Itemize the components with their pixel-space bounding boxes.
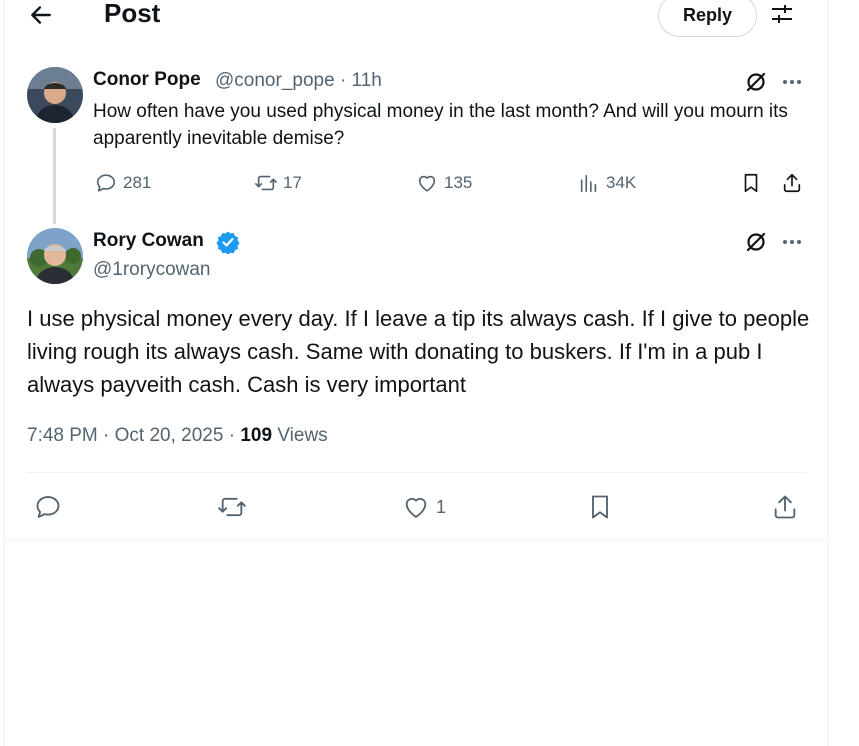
parent-tweet-time[interactable]: 11h bbox=[352, 70, 382, 91]
parent-reply-count: 281 bbox=[123, 173, 152, 192]
parent-author-handle[interactable]: @conor_pope bbox=[215, 70, 335, 91]
parent-reply-action[interactable]: 281 bbox=[95, 172, 151, 194]
like-count: 1 bbox=[436, 496, 447, 517]
reply-icon bbox=[36, 496, 60, 518]
page-title: Post bbox=[104, 0, 161, 28]
parent-repost-count: 17 bbox=[283, 173, 302, 192]
repost-icon bbox=[255, 175, 277, 191]
share-icon bbox=[774, 495, 796, 519]
meta-separator: · bbox=[228, 425, 236, 446]
parent-repost-action[interactable]: 17 bbox=[255, 172, 302, 194]
verified-icon bbox=[216, 230, 240, 255]
grok-icon[interactable] bbox=[744, 230, 768, 254]
avatar-rory-cowan[interactable] bbox=[27, 228, 83, 284]
more-icon[interactable] bbox=[780, 70, 804, 94]
like-icon bbox=[418, 175, 436, 192]
reply-button[interactable]: Reply bbox=[658, 0, 757, 37]
parent-views-action[interactable]: 34K bbox=[578, 172, 636, 194]
back-arrow-icon[interactable] bbox=[28, 2, 54, 28]
parent-bookmark-icon[interactable] bbox=[740, 172, 762, 199]
views-label: Views bbox=[277, 425, 328, 446]
bookmark-icon bbox=[592, 495, 608, 519]
parent-share-icon[interactable] bbox=[781, 172, 803, 199]
parent-like-count: 135 bbox=[444, 173, 473, 192]
reply-icon bbox=[96, 174, 116, 192]
section-divider bbox=[4, 539, 829, 540]
bookmark-action[interactable] bbox=[586, 493, 614, 521]
views-icon bbox=[580, 174, 597, 193]
parent-like-action[interactable]: 135 bbox=[416, 172, 472, 194]
repost-action[interactable] bbox=[218, 493, 246, 521]
share-action[interactable] bbox=[771, 493, 799, 521]
divider bbox=[27, 472, 807, 473]
grok-icon[interactable] bbox=[744, 70, 768, 94]
filter-icon[interactable] bbox=[770, 2, 794, 26]
like-action[interactable]: 1 bbox=[402, 493, 446, 521]
parent-author-meta: @conor_pope · 11h bbox=[215, 70, 382, 92]
views-count: 109 bbox=[240, 425, 273, 446]
main-tweet-text: I use physical money every day. If I lea… bbox=[27, 306, 810, 397]
thread-connector bbox=[53, 128, 56, 224]
reply-action[interactable] bbox=[34, 493, 62, 521]
avatar-conor-pope[interactable] bbox=[27, 67, 83, 123]
right-strip bbox=[829, 0, 859, 746]
parent-tweet-text: How often have you used physical money i… bbox=[93, 101, 788, 149]
parent-views-count: 34K bbox=[606, 173, 637, 192]
like-icon bbox=[405, 498, 427, 518]
main-author-handle[interactable]: @1rorycowan bbox=[93, 259, 211, 281]
meta-separator: · bbox=[339, 70, 347, 91]
main-author-name[interactable]: Rory Cowan bbox=[93, 230, 204, 252]
parent-author-name[interactable]: Conor Pope bbox=[93, 69, 201, 91]
tweet-timestamp[interactable]: 7:48 PM · Oct 20, 2025 bbox=[27, 425, 223, 446]
more-icon[interactable] bbox=[780, 230, 804, 254]
tweet-meta: 7:48 PM · Oct 20, 2025 · 109 Views bbox=[27, 425, 328, 447]
repost-icon bbox=[218, 497, 246, 517]
